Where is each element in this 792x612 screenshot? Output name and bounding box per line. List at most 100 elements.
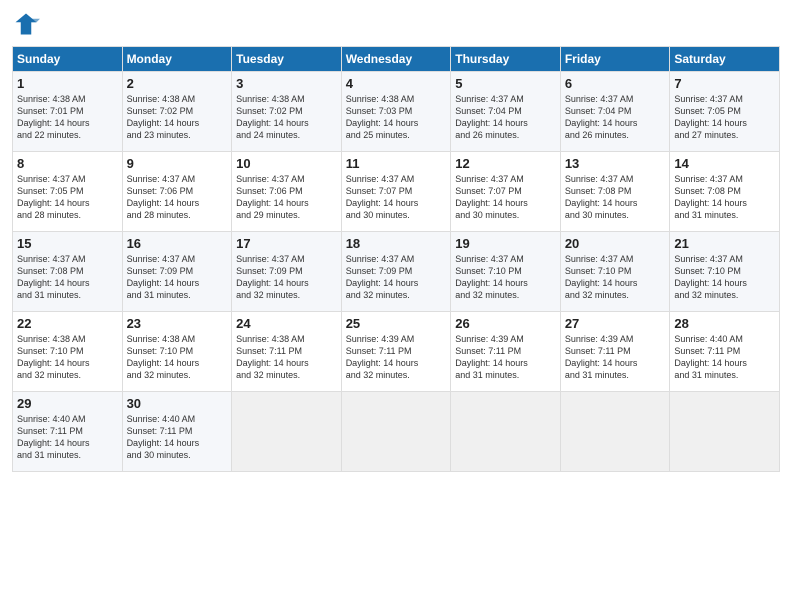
logo [12,10,44,38]
day-number: 11 [346,156,447,171]
weekday-header-tuesday: Tuesday [232,47,342,72]
day-number: 18 [346,236,447,251]
weekday-header-wednesday: Wednesday [341,47,451,72]
day-number: 28 [674,316,775,331]
week-row-5: 29 Sunrise: 4:40 AMSunset: 7:11 PMDayligh… [13,392,780,472]
calendar-cell: 2Sunrise: 4:38 AMSunset: 7:02 PMDaylight… [122,72,232,152]
calendar-cell: 24 Sunrise: 4:38 AMSunset: 7:11 PMDayligh… [232,312,342,392]
cell-text: Sunrise: 4:40 AMSunset: 7:11 PMDaylight:… [674,333,775,382]
day-number: 2 [127,76,228,91]
weekday-header-friday: Friday [560,47,670,72]
calendar-cell: 17 Sunrise: 4:37 AMSunset: 7:09 PMDayligh… [232,232,342,312]
weekday-header-thursday: Thursday [451,47,561,72]
calendar-cell: 11 Sunrise: 4:37 AMSunset: 7:07 PMDayligh… [341,152,451,232]
cell-text: Sunrise: 4:38 AMSunset: 7:01 PMDaylight:… [17,93,118,142]
week-row-1: 1 Sunrise: 4:38 AMSunset: 7:01 PMDaylight… [13,72,780,152]
day-number: 29 [17,396,118,411]
day-number: 16 [127,236,228,251]
calendar-cell: 22 Sunrise: 4:38 AMSunset: 7:10 PMDayligh… [13,312,123,392]
weekday-header-row: SundayMondayTuesdayWednesdayThursdayFrid… [13,47,780,72]
calendar-cell: 20Sunrise: 4:37 AMSunset: 7:10 PMDayligh… [560,232,670,312]
day-number: 3 [236,76,337,91]
week-row-3: 15Sunrise: 4:37 AMSunset: 7:08 PMDayligh… [13,232,780,312]
calendar-cell: 19 Sunrise: 4:37 AMSunset: 7:10 PMDayligh… [451,232,561,312]
day-number: 20 [565,236,666,251]
day-number: 8 [17,156,118,171]
calendar-cell: 28 Sunrise: 4:40 AMSunset: 7:11 PMDayligh… [670,312,780,392]
calendar-cell: 18 Sunrise: 4:37 AMSunset: 7:09 PMDayligh… [341,232,451,312]
cell-text: Sunrise: 4:37 AMSunset: 7:06 PMDaylight:… [127,173,228,222]
day-number: 6 [565,76,666,91]
day-number: 14 [674,156,775,171]
day-number: 21 [674,236,775,251]
day-number: 22 [17,316,118,331]
day-number: 12 [455,156,556,171]
calendar-cell: 15Sunrise: 4:37 AMSunset: 7:08 PMDayligh… [13,232,123,312]
cell-text: Sunrise: 4:37 AMSunset: 7:07 PMDaylight:… [346,173,447,222]
cell-text: Sunrise: 4:37 AMSunset: 7:10 PMDaylight:… [674,253,775,302]
cell-text: Sunrise: 4:39 AMSunset: 7:11 PMDaylight:… [565,333,666,382]
day-number: 24 [236,316,337,331]
calendar-cell [670,392,780,472]
cell-text: Sunrise: 4:37 AMSunset: 7:10 PMDaylight:… [455,253,556,302]
cell-text: Sunrise: 4:37 AMSunset: 7:07 PMDaylight:… [455,173,556,222]
calendar-cell: 6 Sunrise: 4:37 AMSunset: 7:04 PMDaylight… [560,72,670,152]
cell-text: Sunrise: 4:37 AMSunset: 7:09 PMDaylight:… [127,253,228,302]
calendar-cell: 27 Sunrise: 4:39 AMSunset: 7:11 PMDayligh… [560,312,670,392]
cell-text: Sunrise: 4:37 AMSunset: 7:09 PMDaylight:… [236,253,337,302]
day-number: 1 [17,76,118,91]
calendar-cell: 5 Sunrise: 4:37 AMSunset: 7:04 PMDaylight… [451,72,561,152]
cell-text: Sunrise: 4:37 AMSunset: 7:08 PMDaylight:… [674,173,775,222]
weekday-header-monday: Monday [122,47,232,72]
day-number: 10 [236,156,337,171]
page-container: SundayMondayTuesdayWednesdayThursdayFrid… [0,0,792,482]
week-row-4: 22 Sunrise: 4:38 AMSunset: 7:10 PMDayligh… [13,312,780,392]
cell-text: Sunrise: 4:37 AMSunset: 7:05 PMDaylight:… [17,173,118,222]
cell-text: Sunrise: 4:39 AMSunset: 7:11 PMDaylight:… [455,333,556,382]
cell-text: Sunrise: 4:38 AMSunset: 7:03 PMDaylight:… [346,93,447,142]
logo-icon [12,10,40,38]
cell-text: Sunrise: 4:39 AMSunset: 7:11 PMDaylight:… [346,333,447,382]
day-number: 27 [565,316,666,331]
calendar-cell [451,392,561,472]
calendar-cell: 23Sunrise: 4:38 AMSunset: 7:10 PMDayligh… [122,312,232,392]
cell-text: Sunrise: 4:37 AMSunset: 7:06 PMDaylight:… [236,173,337,222]
day-number: 7 [674,76,775,91]
week-row-2: 8 Sunrise: 4:37 AMSunset: 7:05 PMDaylight… [13,152,780,232]
cell-text: Sunrise: 4:37 AMSunset: 7:08 PMDaylight:… [565,173,666,222]
calendar-cell [341,392,451,472]
cell-text: Sunrise: 4:37 AMSunset: 7:04 PMDaylight:… [565,93,666,142]
day-number: 30 [127,396,228,411]
day-number: 13 [565,156,666,171]
calendar-cell: 25 Sunrise: 4:39 AMSunset: 7:11 PMDayligh… [341,312,451,392]
day-number: 23 [127,316,228,331]
cell-text: Sunrise: 4:38 AMSunset: 7:11 PMDaylight:… [236,333,337,382]
day-number: 17 [236,236,337,251]
cell-text: Sunrise: 4:38 AMSunset: 7:10 PMDaylight:… [17,333,118,382]
day-number: 5 [455,76,556,91]
calendar-cell: 29Sunrise: 4:40 AMSunset: 7:11 PMDayligh… [13,392,123,472]
calendar-cell: 7 Sunrise: 4:37 AMSunset: 7:05 PMDaylight… [670,72,780,152]
calendar-table: SundayMondayTuesdayWednesdayThursdayFrid… [12,46,780,472]
cell-text: Sunrise: 4:37 AMSunset: 7:08 PMDaylight:… [17,253,118,302]
calendar-cell: 3 Sunrise: 4:38 AMSunset: 7:02 PMDaylight… [232,72,342,152]
cell-text: Sunrise: 4:37 AMSunset: 7:04 PMDaylight:… [455,93,556,142]
cell-text: Sunrise: 4:40 AMSunset: 7:11 PMDaylight:… [127,413,228,462]
calendar-cell: 21 Sunrise: 4:37 AMSunset: 7:10 PMDayligh… [670,232,780,312]
calendar-cell [560,392,670,472]
calendar-cell: 4 Sunrise: 4:38 AMSunset: 7:03 PMDaylight… [341,72,451,152]
calendar-cell: 16 Sunrise: 4:37 AMSunset: 7:09 PMDayligh… [122,232,232,312]
calendar-cell: 14 Sunrise: 4:37 AMSunset: 7:08 PMDayligh… [670,152,780,232]
weekday-header-saturday: Saturday [670,47,780,72]
cell-text: Sunrise: 4:37 AMSunset: 7:09 PMDaylight:… [346,253,447,302]
calendar-cell: 13 Sunrise: 4:37 AMSunset: 7:08 PMDayligh… [560,152,670,232]
day-number: 4 [346,76,447,91]
cell-text: Sunrise: 4:38 AMSunset: 7:02 PMDaylight:… [236,93,337,142]
cell-text: Sunrise: 4:37 AMSunset: 7:05 PMDaylight:… [674,93,775,142]
calendar-cell: 12 Sunrise: 4:37 AMSunset: 7:07 PMDayligh… [451,152,561,232]
day-number: 19 [455,236,556,251]
weekday-header-sunday: Sunday [13,47,123,72]
calendar-cell: 9Sunrise: 4:37 AMSunset: 7:06 PMDaylight… [122,152,232,232]
calendar-cell [232,392,342,472]
day-number: 25 [346,316,447,331]
